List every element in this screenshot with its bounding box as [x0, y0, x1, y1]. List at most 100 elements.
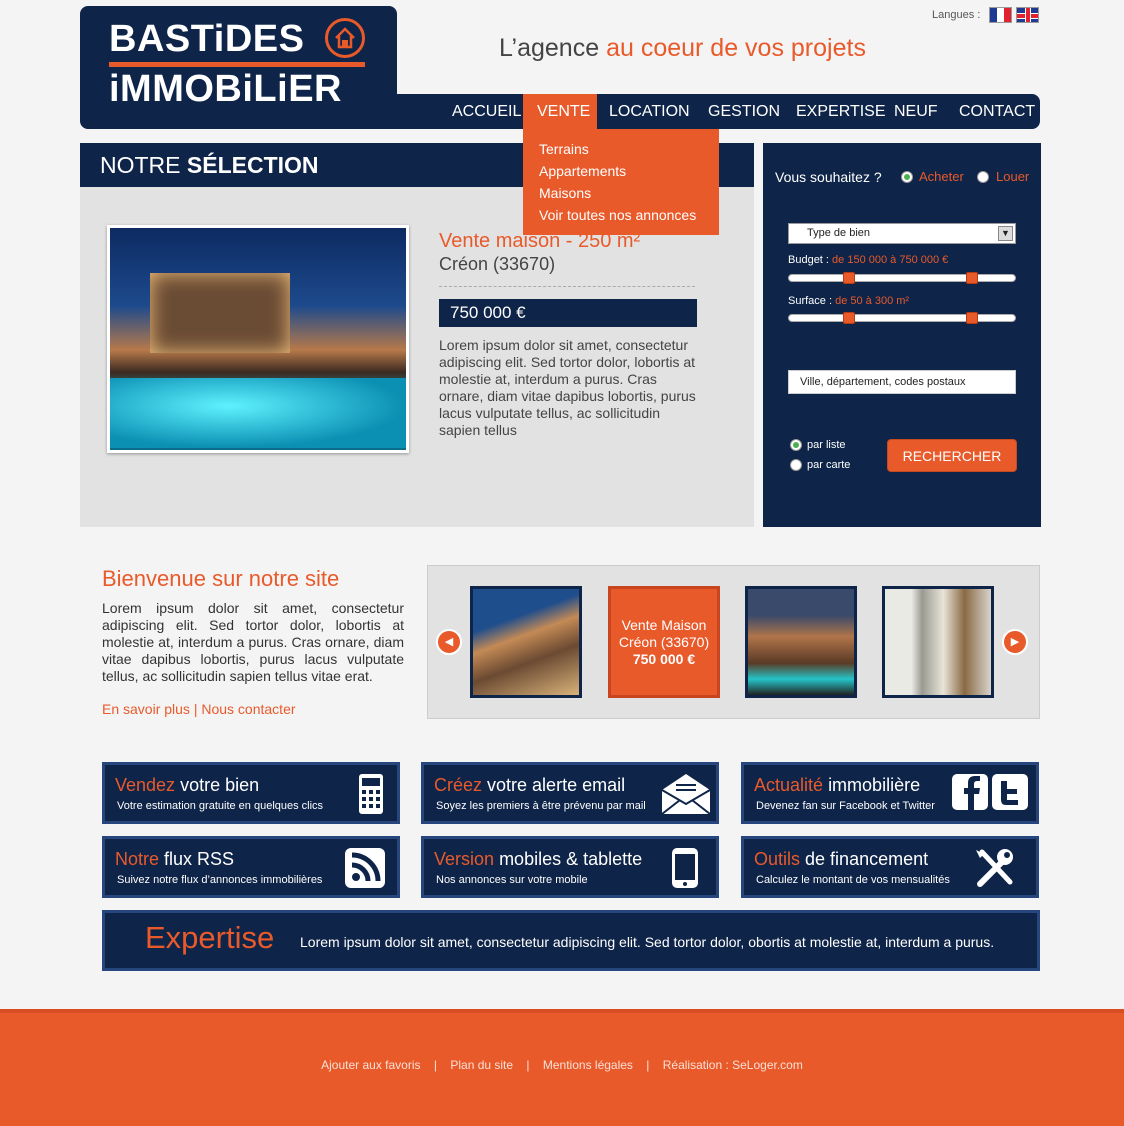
selection-photo[interactable] [107, 225, 409, 453]
tile-subtitle: Suivez notre flux d’annonces immobilière… [117, 874, 323, 886]
uk-flag-icon[interactable] [1016, 7, 1039, 23]
tile-title: Version mobiles & tablette [434, 849, 642, 870]
french-flag-icon[interactable] [989, 7, 1012, 23]
buy-label[interactable]: Acheter [919, 169, 964, 184]
tile-rest: flux RSS [164, 849, 235, 869]
budget-min-handle[interactable] [843, 272, 855, 284]
footer-link-sitemap[interactable]: Plan du site [450, 1058, 513, 1072]
buy-radio[interactable] [901, 171, 913, 183]
budget-value: de 150 000 à 750 000 € [832, 254, 949, 266]
contact-link[interactable]: Nous contacter [201, 701, 295, 717]
footer-separator: | [526, 1058, 530, 1072]
tile-accent: Notre [115, 849, 160, 869]
footer-separator: | [646, 1058, 650, 1072]
footer-separator: | [433, 1058, 437, 1072]
selection-heading-part1: NOTRE [100, 152, 181, 178]
dropdown-item-appartements[interactable]: Appartements [539, 160, 703, 182]
surface-min-handle[interactable] [843, 312, 855, 324]
dropdown-item-all-listings[interactable]: Voir toutes nos annonces [539, 204, 703, 226]
tile-subtitle: Devenez fan sur Facebook et Twitter [756, 800, 935, 812]
tagline-part1: L’agence [499, 34, 600, 62]
footer-link-credits[interactable]: Réalisation : SeLoger.com [663, 1058, 803, 1072]
search-button[interactable]: RECHERCHER [887, 439, 1017, 472]
search-question: Vous souhaitez ? [775, 169, 882, 185]
tile-rest: votre alerte email [487, 775, 626, 795]
carousel-thumb-3[interactable] [745, 586, 857, 698]
tile-title: Actualité immobilière [754, 775, 920, 796]
nav-accueil[interactable]: ACCUEIL [438, 94, 535, 129]
envelope-icon [660, 772, 711, 815]
footer-link-legal[interactable]: Mentions légales [543, 1058, 633, 1072]
selection-divider [439, 286, 695, 287]
tile-subtitle: Nos annonces sur votre mobile [436, 874, 588, 886]
tile-accent: Vendez [115, 775, 176, 795]
map-view-radio[interactable] [790, 459, 802, 471]
arrow-left-icon[interactable]: ◀ [436, 629, 462, 655]
dropdown-item-terrains[interactable]: Terrains [539, 138, 703, 160]
welcome-links: En savoir plus | Nous contacter [102, 701, 296, 717]
surface-label-row: Surface : de 50 à 300 m² [788, 295, 909, 307]
expertise-text: Lorem ipsum dolor sit amet, consectetur … [300, 934, 995, 950]
budget-slider[interactable] [788, 272, 1016, 284]
carousel-featured-thumb[interactable]: Vente Maison Créon (33670) 750 000 € [608, 586, 720, 698]
surface-value: de 50 à 300 m² [835, 295, 910, 307]
nav-location[interactable]: LOCATION [595, 94, 704, 129]
budget-max-handle[interactable] [966, 272, 978, 284]
logo-text-line2: iMMOBiLiER [109, 68, 342, 110]
tile-alert[interactable]: Créez votre alerte email Soyez les premi… [421, 762, 719, 824]
featured-line2: Créon (33670) [618, 634, 710, 650]
selection-price: 750 000 € [439, 299, 697, 327]
tile-subtitle: Calculez le montant de vos mensualités [756, 874, 950, 886]
arrow-right-icon[interactable]: ▶ [1002, 629, 1028, 655]
tile-sell[interactable]: Vendez votre bien Votre estimation gratu… [102, 762, 400, 824]
surface-slider[interactable] [788, 312, 1016, 324]
tile-mobile[interactable]: Version mobiles & tablette Nos annonces … [421, 836, 719, 898]
nav-vente[interactable]: VENTE [523, 94, 597, 129]
selection-description: Lorem ipsum dolor sit amet, consectetur … [439, 337, 696, 438]
nav-neuf[interactable]: NEUF [880, 94, 952, 129]
rss-icon [343, 846, 385, 888]
property-type-value: Type de bien [807, 227, 870, 239]
tile-subtitle: Votre estimation gratuite en quelques cl… [117, 800, 324, 812]
tile-rest: immobilière [828, 775, 921, 795]
rent-radio[interactable] [977, 171, 989, 183]
selection-location: Créon (33670) [439, 254, 556, 274]
tagline: L’agence au coeur de vos projets [499, 36, 866, 61]
welcome-title-part2: sur notre site [212, 566, 340, 591]
nav-contact[interactable]: CONTACT [945, 94, 1049, 129]
tile-rss[interactable]: Notre flux RSS Suivez notre flux d’annon… [102, 836, 400, 898]
tile-subtitle: Soyez les premiers à être prévenu par ma… [436, 800, 646, 812]
logo-divider [109, 62, 365, 67]
tile-title: Vendez votre bien [115, 775, 259, 796]
city-input[interactable]: Ville, département, codes postaux [788, 370, 1016, 394]
map-view-label[interactable]: par carte [807, 459, 850, 471]
tile-accent: Outils [754, 849, 801, 869]
tile-rest: de financement [805, 849, 929, 869]
carousel-thumb-4[interactable] [882, 586, 994, 698]
tools-icon [972, 846, 1014, 888]
tile-financing[interactable]: Outils de financement Calculez le montan… [741, 836, 1039, 898]
logo-text-line1: BASTiDES [109, 18, 305, 60]
budget-label-row: Budget : de 150 000 à 750 000 € [788, 254, 948, 266]
property-type-select[interactable]: Type de bien ▼ [788, 223, 1016, 244]
tile-news[interactable]: Actualité immobilière Devenez fan sur Fa… [741, 762, 1039, 824]
tile-rest: mobiles & tablette [499, 849, 643, 869]
learn-more-link[interactable]: En savoir plus [102, 701, 190, 717]
link-separator: | [193, 701, 198, 717]
carousel-thumb-1[interactable] [470, 586, 582, 698]
languages-label: Langues : [932, 9, 981, 21]
house-icon [325, 18, 365, 58]
surface-label: Surface : [788, 295, 833, 307]
rent-label[interactable]: Louer [996, 169, 1029, 184]
chevron-down-icon[interactable]: ▼ [998, 226, 1013, 241]
nav-gestion[interactable]: GESTION [694, 94, 794, 129]
vente-dropdown-menu: Terrains Appartements Maisons Voir toute… [523, 129, 719, 235]
tile-title: Créez votre alerte email [434, 775, 625, 796]
dropdown-item-maisons[interactable]: Maisons [539, 182, 703, 204]
list-view-label[interactable]: par liste [807, 439, 846, 451]
list-view-radio[interactable] [790, 439, 802, 451]
footer-link-favorites[interactable]: Ajouter aux favoris [321, 1058, 420, 1072]
featured-price: 750 000 € [632, 651, 696, 667]
budget-label: Budget : [788, 254, 829, 266]
surface-max-handle[interactable] [966, 312, 978, 324]
